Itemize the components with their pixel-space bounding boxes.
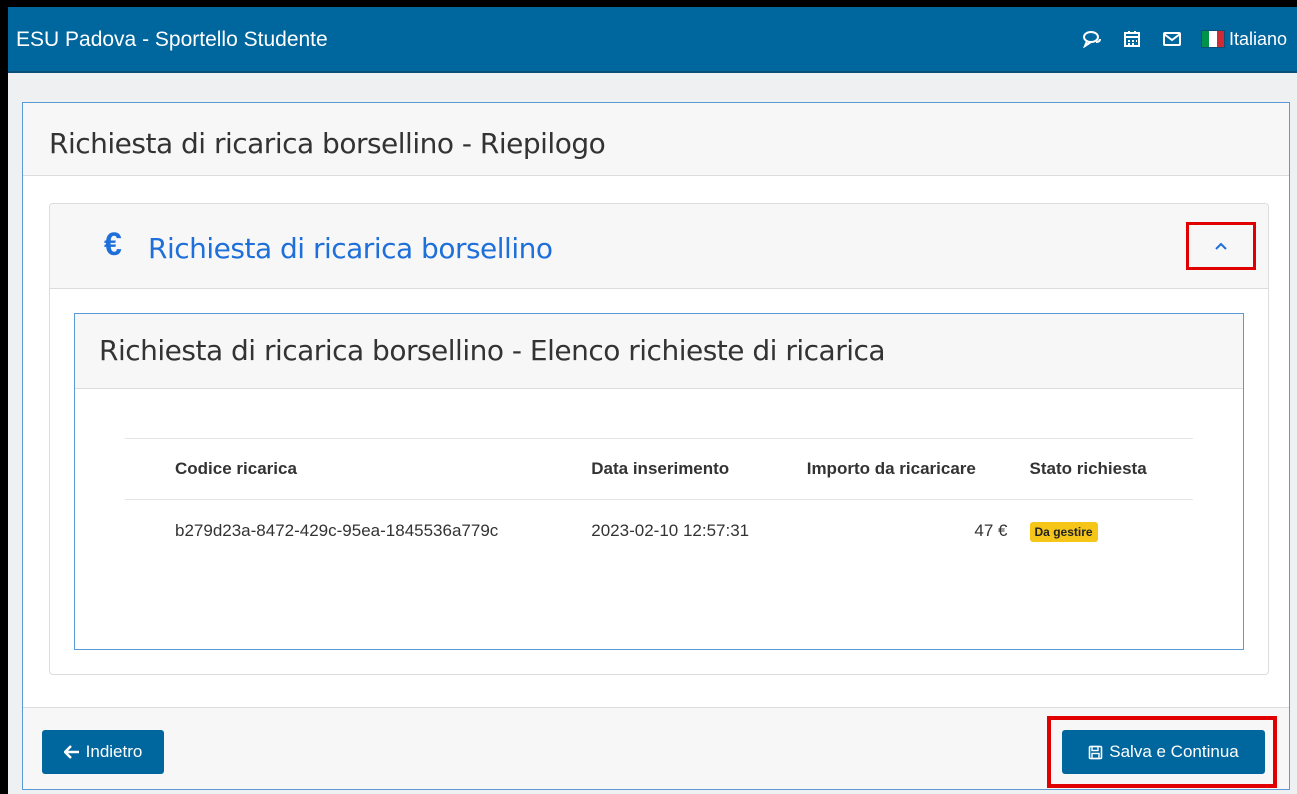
chat-icon[interactable] [1081,28,1103,50]
language-selector[interactable]: Italiano [1229,29,1287,50]
recharge-section-title[interactable]: Richiesta di ricarica borsellino [148,232,553,265]
column-header-date: Data inserimento [567,438,783,500]
floppy-disk-icon [1088,745,1103,759]
table-header-row: Codice ricarica Data inserimento Importo… [125,438,1193,500]
column-header-status: Stato richiesta [1011,438,1193,500]
navbar-actions: Italiano [1063,28,1287,50]
recharge-table: Codice ricarica Data inserimento Importo… [125,438,1193,562]
summary-card-footer: Indietro Salva e Continua [23,707,1289,789]
table-row: b279d23a-8472-429c-95ea-1845536a779c 202… [125,500,1193,563]
arrow-left-icon [63,745,79,759]
recharge-code: b279d23a-8472-429c-95ea-1845536a779c [175,521,499,540]
recharge-list-title: Richiesta di ricarica borsellino - Elenc… [99,334,886,367]
calendar-icon[interactable] [1121,28,1143,50]
status-cell: Da gestire [1012,500,1193,563]
status-badge: Da gestire [1029,521,1098,542]
save-button-label: Salva e Continua [1109,742,1239,761]
back-button[interactable]: Indietro [42,730,164,774]
summary-card-header: Richiesta di ricarica borsellino - Riepi… [23,103,1289,176]
page-title: Richiesta di ricarica borsellino - Riepi… [49,127,606,160]
recharge-section-panel: € Richiesta di ricarica borsellino Richi… [49,203,1269,675]
brand-title[interactable]: ESU Padova - Sportello Studente [16,28,328,52]
recharge-amount: 47 € [974,521,1008,540]
save-continue-button[interactable]: Salva e Continua [1062,730,1265,774]
recharge-list-header: Richiesta di ricarica borsellino - Elenc… [75,314,1243,389]
chevron-up-icon [1215,242,1227,250]
summary-card: Richiesta di ricarica borsellino - Riepi… [22,102,1290,790]
insert-date: 2023-02-10 12:57:31 [591,521,750,540]
collapse-toggle-button[interactable] [1186,222,1256,270]
top-navbar: ESU Padova - Sportello Studente Italiano [8,7,1297,73]
euro-icon: € [104,226,122,262]
italian-flag-icon[interactable] [1200,30,1225,48]
back-button-label: Indietro [85,742,143,761]
column-header-amount: Importo da ricaricare [782,438,1012,500]
column-header-code: Codice ricarica [125,438,568,500]
recharge-list-card: Richiesta di ricarica borsellino - Elenc… [74,313,1244,650]
app-screen: ESU Padova - Sportello Studente Italiano… [8,7,1297,794]
mail-icon[interactable] [1161,28,1183,50]
recharge-section-header: € Richiesta di ricarica borsellino [50,204,1268,289]
